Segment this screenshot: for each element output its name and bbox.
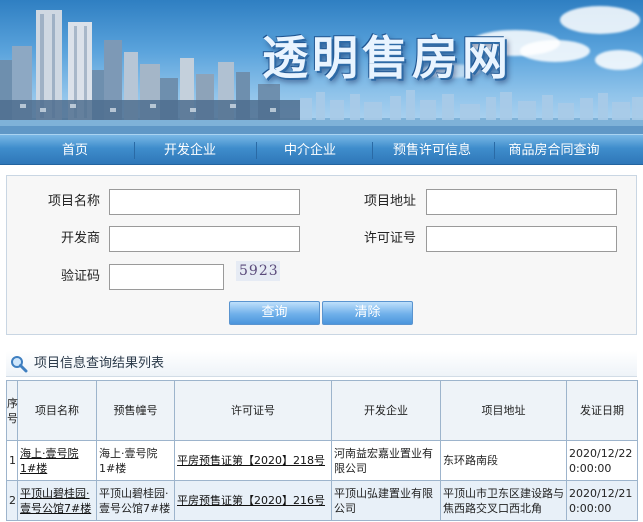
clear-button[interactable]: 清除 bbox=[322, 301, 413, 325]
site-banner: 透明售房网 bbox=[0, 0, 643, 134]
results-table: 序号 项目名称 预售幢号 许可证号 开发企业 项目地址 发证日期 1 海上·壹号… bbox=[6, 380, 638, 521]
building-cell: 海上·壹号院1#楼 bbox=[96, 440, 175, 481]
nav-presale-permits[interactable]: 预售许可信息 bbox=[384, 135, 480, 166]
table-row: 2 平顶山碧桂园·壹号公馆7#楼 平顶山碧桂园·壹号公馆7#楼 平房预售证第【2… bbox=[6, 480, 638, 521]
project-link[interactable]: 平顶山碧桂园·壹号公馆7#楼 bbox=[20, 487, 91, 515]
table-row: 1 海上·壹号院1#楼 海上·壹号院1#楼 平房预售证第【2020】218号 河… bbox=[6, 440, 638, 481]
permit-number-input[interactable] bbox=[426, 226, 617, 252]
developer-cell: 河南益宏嘉业置业有限公司 bbox=[331, 440, 441, 481]
results-title: 项目信息查询结果列表 bbox=[34, 356, 165, 371]
magnifier-icon bbox=[11, 356, 28, 373]
permit-link[interactable]: 平房预售证第【2020】216号 bbox=[177, 494, 325, 507]
column-header: 项目地址 bbox=[440, 380, 567, 441]
project-name-input[interactable] bbox=[109, 189, 300, 215]
date-cell: 2020/12/21 0:00:00 bbox=[566, 480, 638, 521]
column-header: 发证日期 bbox=[566, 380, 638, 441]
row-number: 2 bbox=[6, 480, 18, 521]
building-cell: 平顶山碧桂园·壹号公馆7#楼 bbox=[96, 480, 175, 521]
project-link[interactable]: 海上·壹号院1#楼 bbox=[20, 447, 79, 475]
project-address-input[interactable] bbox=[426, 189, 617, 215]
column-header: 开发企业 bbox=[331, 380, 441, 441]
permit-link[interactable]: 平房预售证第【2020】218号 bbox=[177, 454, 325, 467]
captcha-input[interactable] bbox=[109, 264, 224, 290]
row-number: 1 bbox=[6, 440, 18, 481]
column-header: 项目名称 bbox=[17, 380, 97, 441]
captcha-label: 验证码 bbox=[60, 269, 100, 284]
column-header: 预售幢号 bbox=[96, 380, 175, 441]
permit-number-label: 许可证号 bbox=[363, 231, 416, 246]
site-logo-title: 透明售房网 bbox=[262, 31, 512, 85]
nav-developers[interactable]: 开发企业 bbox=[150, 135, 230, 166]
query-button[interactable]: 查询 bbox=[229, 301, 320, 325]
captcha-image[interactable]: 5923 bbox=[236, 261, 280, 281]
results-header: 项目信息查询结果列表 bbox=[6, 351, 637, 377]
project-name-label: 项目名称 bbox=[47, 194, 100, 209]
main-nav-bar: 首页 开发企业 中介企业 预售许可信息 商品房合同查询 bbox=[0, 134, 643, 165]
address-cell: 东环路南段 bbox=[440, 440, 567, 481]
nav-contract-query[interactable]: 商品房合同查询 bbox=[502, 135, 606, 166]
developer-label: 开发商 bbox=[60, 231, 100, 246]
nav-home[interactable]: 首页 bbox=[40, 135, 110, 166]
column-header: 序号 bbox=[6, 380, 18, 441]
date-cell: 2020/12/22 0:00:00 bbox=[566, 440, 638, 481]
developer-cell: 平顶山弘建置业有限公司 bbox=[331, 480, 441, 521]
nav-agencies[interactable]: 中介企业 bbox=[272, 135, 348, 166]
address-cell: 平顶山市卫东区建设路与焦西路交叉口西北角 bbox=[440, 480, 567, 521]
project-address-label: 项目地址 bbox=[363, 194, 416, 209]
developer-input[interactable] bbox=[109, 226, 300, 252]
column-header: 许可证号 bbox=[174, 380, 332, 441]
